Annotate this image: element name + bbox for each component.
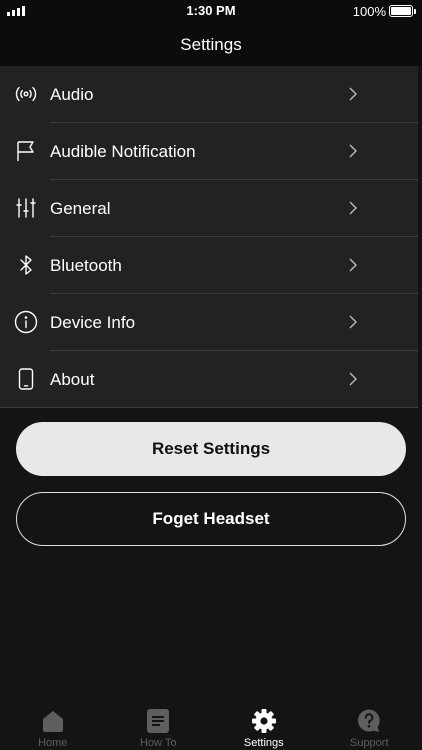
navigation-bar: Settings (0, 22, 422, 66)
chevron-right-icon (349, 201, 357, 215)
settings-item-audio[interactable]: Audio (0, 66, 418, 123)
tab-bar: Home How To Settings Support (0, 701, 422, 750)
page-title: Settings (180, 35, 242, 54)
question-bubble-icon (358, 709, 380, 732)
tab-home[interactable]: Home (0, 701, 106, 750)
settings-item-bluetooth[interactable]: Bluetooth (0, 237, 418, 294)
tab-support[interactable]: Support (317, 701, 422, 750)
tab-label: Support (349, 737, 389, 749)
settings-item-general[interactable]: General (0, 180, 418, 237)
flag-icon (17, 141, 34, 161)
gear-icon (251, 709, 276, 733)
forget-headset-button[interactable]: Foget Headset (16, 492, 406, 546)
settings-item-device-info[interactable]: Device Info (0, 294, 418, 351)
settings-item-audible-notification[interactable]: Audible Notification (0, 123, 418, 180)
sliders-icon (16, 198, 36, 218)
tab-label: Home (38, 737, 68, 749)
audio-broadcast-icon (15, 86, 37, 102)
settings-list: Audio Audible Notification General Bluet… (0, 66, 418, 408)
chevron-right-icon (349, 258, 357, 272)
battery-icon (389, 5, 416, 17)
document-icon (147, 709, 170, 733)
chevron-right-icon (349, 315, 357, 329)
home-icon (42, 711, 63, 732)
tab-label: Settings (243, 737, 284, 749)
battery-percentage: 100% (352, 4, 386, 19)
settings-item-label: Device Info (50, 313, 136, 332)
phone-icon (18, 368, 34, 390)
settings-item-label: About (50, 370, 95, 389)
tab-settings[interactable]: Settings (211, 701, 317, 750)
divider (0, 407, 418, 408)
tab-label: How To (140, 737, 177, 749)
chevron-right-icon (349, 144, 357, 158)
bluetooth-icon (20, 255, 32, 275)
settings-item-about[interactable]: About (0, 351, 418, 408)
info-icon (14, 310, 38, 334)
tab-how-to[interactable]: How To (106, 701, 212, 750)
chevron-right-icon (349, 87, 357, 101)
reset-settings-button[interactable]: Reset Settings (16, 422, 406, 476)
chevron-right-icon (349, 372, 357, 386)
status-bar: 1:30 PM 100% (0, 0, 422, 22)
settings-item-label: Audio (50, 85, 94, 104)
settings-item-label: Audible Notification (50, 142, 196, 161)
settings-item-label: Bluetooth (50, 256, 122, 275)
settings-item-label: General (50, 199, 111, 218)
